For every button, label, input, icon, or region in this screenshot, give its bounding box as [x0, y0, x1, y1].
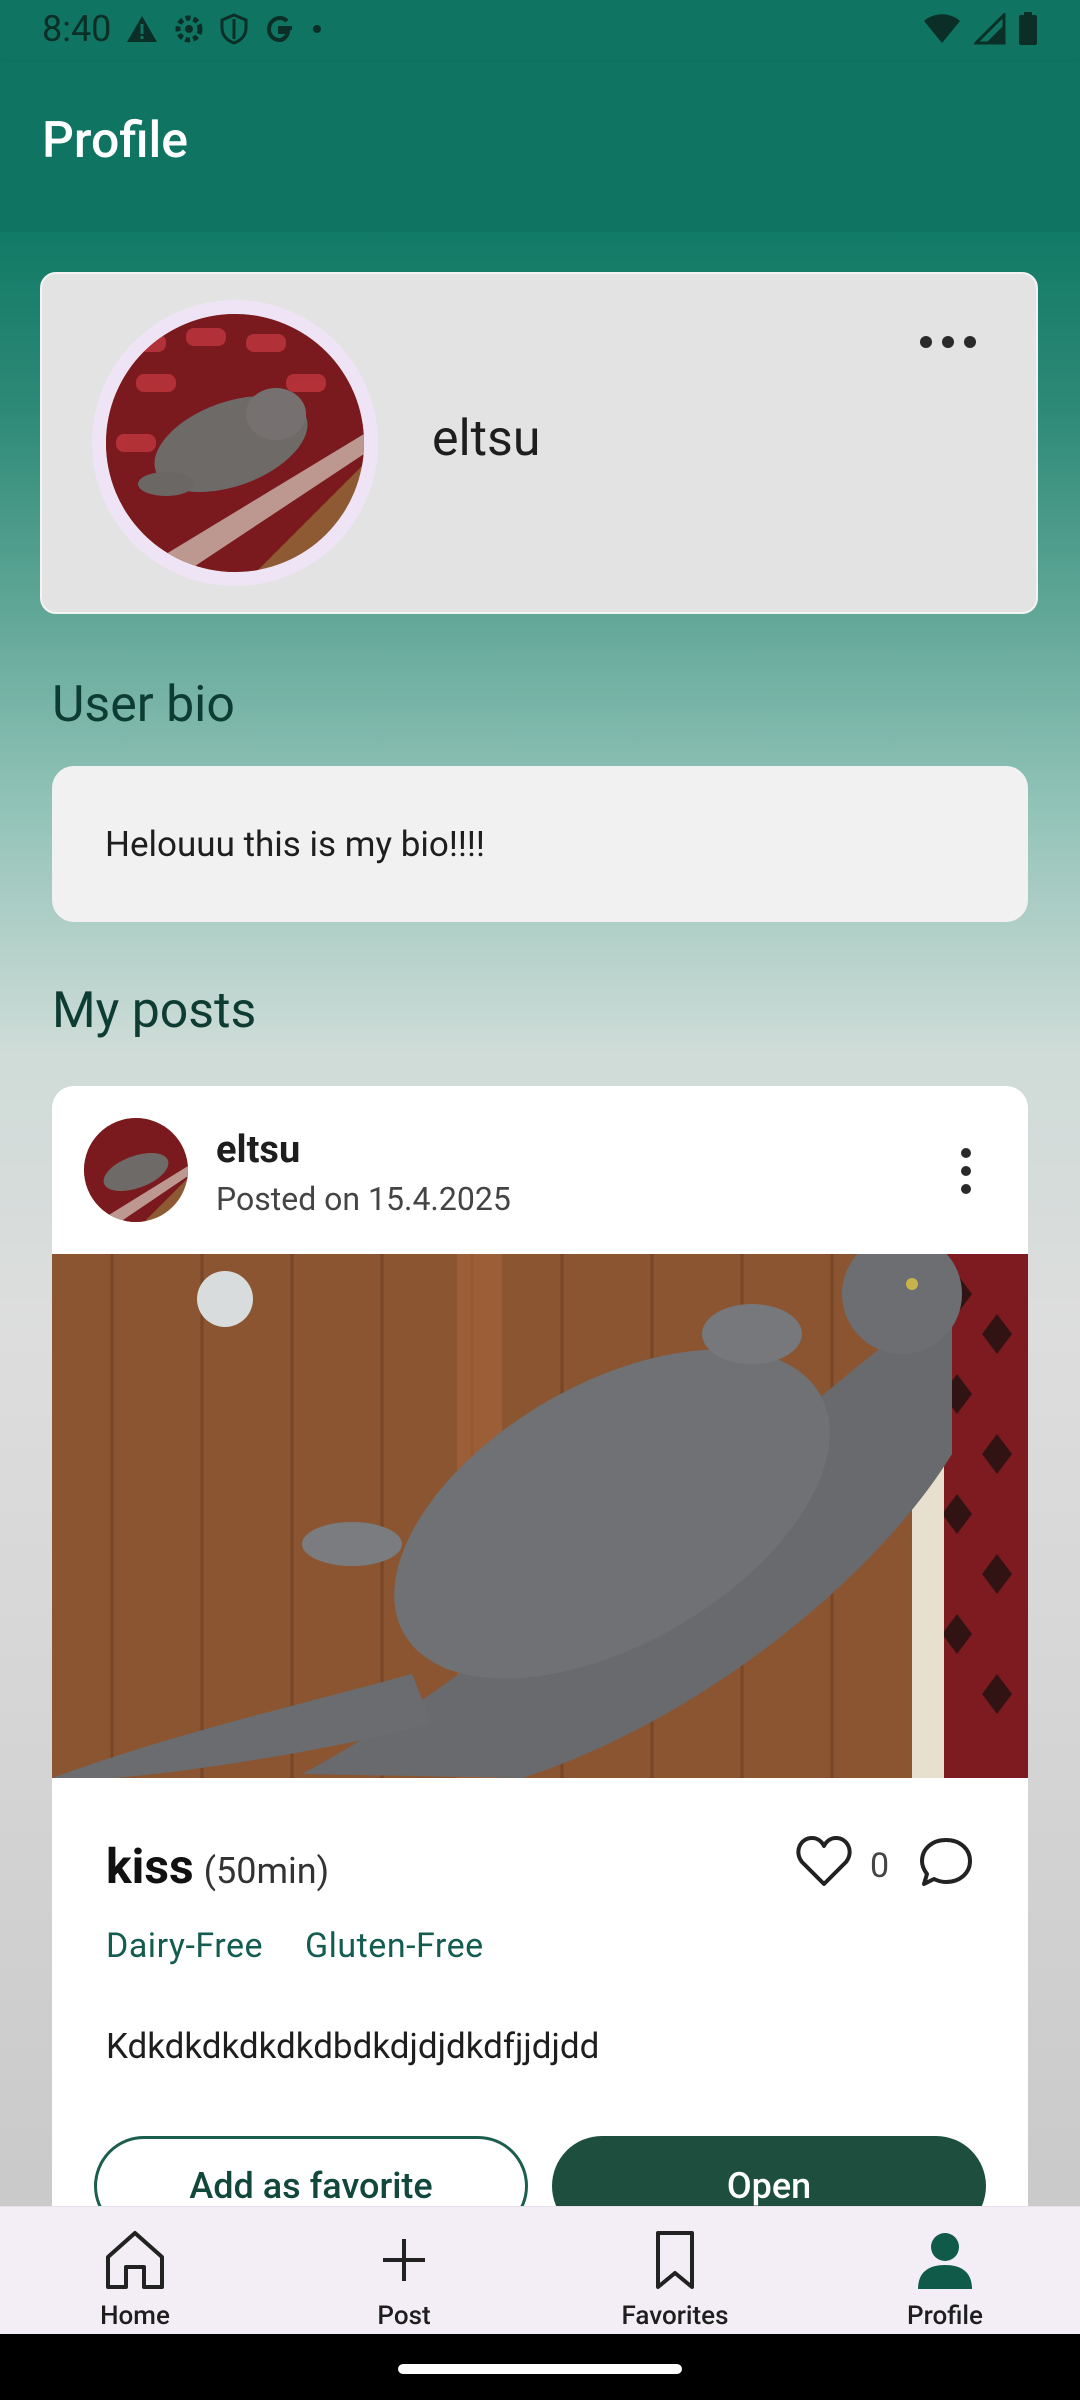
post-date: Posted on 15.4.2025: [216, 1180, 511, 1218]
post-more-options-icon[interactable]: [956, 1146, 976, 1196]
warning-icon: [127, 16, 157, 42]
signal-icon: [974, 13, 1006, 45]
home-gesture-handle[interactable]: [398, 2364, 682, 2374]
settings-icon: [175, 15, 203, 43]
open-label: Open: [726, 2165, 812, 2207]
post-author-avatar: [84, 1118, 188, 1222]
wifi-icon: [924, 14, 960, 43]
post-title-text: kiss: [106, 1838, 194, 1895]
post-image[interactable]: [52, 1254, 1028, 1778]
comment-icon[interactable]: [918, 1836, 974, 1890]
nav-post[interactable]: Post: [304, 2225, 504, 2331]
home-icon: [106, 2231, 164, 2289]
bottom-nav: Home Post Favorites Profile: [0, 2206, 1080, 2335]
app-bar: Profile: [0, 62, 1080, 232]
bookmark-icon: [656, 2231, 694, 2289]
status-time: 8:40: [42, 8, 112, 50]
nav-home[interactable]: Home: [35, 2225, 235, 2331]
add-favorite-label: Add as favorite: [189, 2165, 433, 2207]
avatar[interactable]: [92, 300, 378, 586]
more-options-icon[interactable]: [916, 322, 980, 362]
bio-heading: User bio: [52, 676, 235, 734]
post-description: Kdkdkdkdkdkdbdkdjdjdkdfjjdjdd: [106, 2026, 600, 2067]
page-title: Profile: [42, 112, 189, 170]
battery-icon: [1019, 12, 1037, 45]
status-bar: 8:40: [0, 0, 1080, 62]
like-count: 0: [870, 1846, 890, 1886]
post-duration: (50min): [203, 1850, 330, 1892]
google-icon: [266, 15, 292, 43]
post-title: kiss (50min): [106, 1838, 329, 1895]
nav-home-label: Home: [100, 2301, 170, 2331]
person-icon: [918, 2233, 972, 2289]
nav-profile[interactable]: Profile: [845, 2225, 1045, 2331]
bio-text: Helouuu this is my bio!!!!: [105, 824, 485, 865]
nav-favorites-label: Favorites: [621, 2301, 729, 2331]
nav-profile-label: Profile: [907, 2301, 983, 2331]
profile-card: eltsu: [40, 272, 1038, 614]
plus-icon: [383, 2239, 425, 2281]
posts-heading: My posts: [52, 982, 257, 1040]
gesture-bar: [0, 2334, 1080, 2400]
tag-dairy-free: Dairy-Free: [106, 1926, 264, 1966]
dot-icon: [313, 25, 321, 33]
avatar-photo: [106, 314, 364, 572]
post-author: eltsu: [216, 1128, 301, 1172]
bio-box: Helouuu this is my bio!!!!: [52, 766, 1028, 922]
heart-icon[interactable]: [796, 1834, 852, 1888]
nav-post-label: Post: [377, 2301, 431, 2331]
profile-username: eltsu: [432, 410, 541, 468]
post-card: eltsu Posted on 15.4.2025 kiss (50min) 0…: [52, 1086, 1028, 2286]
shield-icon: [220, 13, 248, 45]
tag-gluten-free: Gluten-Free: [305, 1926, 484, 1966]
nav-favorites[interactable]: Favorites: [575, 2225, 775, 2331]
